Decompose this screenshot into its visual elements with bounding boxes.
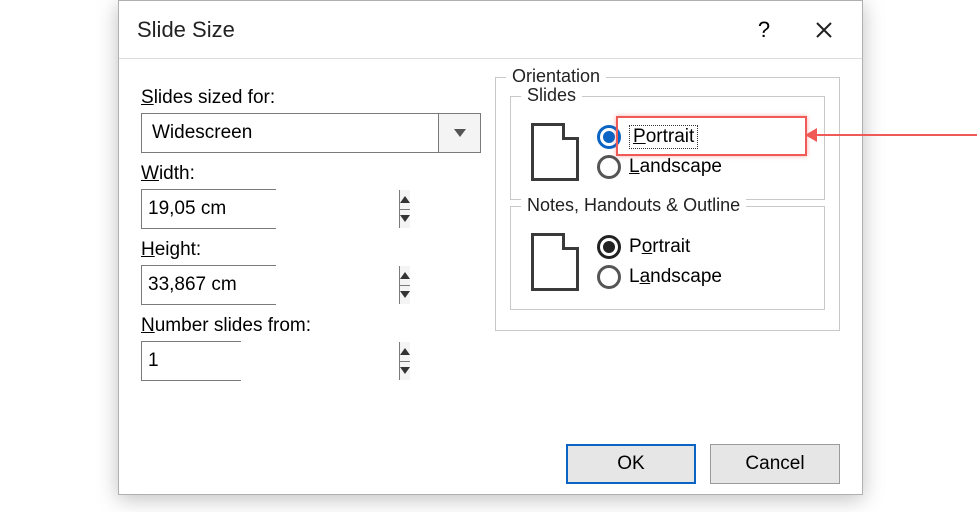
right-column: Orientation Slides Portrait Land: [495, 77, 840, 381]
notes-portrait-radio[interactable]: Portrait: [597, 235, 722, 259]
width-spinner[interactable]: [141, 189, 276, 229]
chevron-up-icon: [400, 196, 410, 203]
radio-ring-icon: [597, 125, 621, 149]
chevron-down-icon: [400, 367, 410, 374]
orientation-slides-row: Portrait Landscape: [525, 119, 810, 185]
width-spinner-buttons: [399, 190, 410, 228]
dialog-footer: OK Cancel: [566, 444, 840, 484]
slides-sized-for-value[interactable]: [142, 114, 438, 152]
height-input[interactable]: [142, 266, 399, 304]
number-from-label: Number slides from:: [141, 315, 481, 337]
orientation-slides-title: Slides: [521, 85, 582, 106]
titlebar: Slide Size ?: [119, 1, 862, 59]
number-from-input[interactable]: [142, 342, 399, 380]
orientation-notes-row: Portrait Landscape: [525, 229, 810, 295]
number-from-spinner[interactable]: [141, 341, 241, 381]
orientation-notes-title: Notes, Handouts & Outline: [521, 195, 746, 216]
width-input[interactable]: [142, 190, 399, 228]
page-portrait-icon: [531, 233, 579, 291]
number-down-button[interactable]: [400, 362, 410, 381]
orientation-group: Orientation Slides Portrait Land: [495, 77, 840, 331]
number-up-button[interactable]: [400, 342, 410, 362]
slide-size-dialog: Slide Size ? Slides sized for: Width:: [118, 0, 863, 495]
width-down-button[interactable]: [400, 210, 410, 229]
radio-ring-icon: [597, 265, 621, 289]
radio-ring-icon: [597, 235, 621, 259]
radio-dot-icon: [603, 131, 615, 143]
chevron-down-icon: [454, 129, 466, 137]
chevron-up-icon: [400, 272, 410, 279]
orientation-group-title: Orientation: [506, 66, 606, 87]
slides-portrait-label: Portrait: [629, 125, 698, 149]
page-portrait-icon: [531, 123, 579, 181]
slides-landscape-label: Landscape: [629, 156, 722, 178]
height-up-button[interactable]: [400, 266, 410, 286]
radio-dot-icon: [603, 241, 615, 253]
chevron-down-icon: [400, 215, 410, 222]
height-spinner-buttons: [399, 266, 410, 304]
cancel-button[interactable]: Cancel: [710, 444, 840, 484]
notes-portrait-label: Portrait: [629, 236, 690, 258]
orientation-slides-radios: Portrait Landscape: [597, 125, 722, 179]
width-label: Width:: [141, 163, 481, 185]
close-icon: [814, 20, 834, 40]
orientation-notes-group: Notes, Handouts & Outline Portrait Lands…: [510, 206, 825, 310]
slides-portrait-radio[interactable]: Portrait: [597, 125, 722, 149]
height-down-button[interactable]: [400, 286, 410, 305]
notes-landscape-label: Landscape: [629, 266, 722, 288]
dialog-title: Slide Size: [137, 17, 734, 43]
notes-landscape-radio[interactable]: Landscape: [597, 265, 722, 289]
height-label: Height:: [141, 239, 481, 261]
orientation-slides-group: Slides Portrait Landscape: [510, 96, 825, 200]
close-button[interactable]: [794, 1, 854, 58]
dialog-content: Slides sized for: Width: Height:: [119, 59, 862, 391]
chevron-up-icon: [400, 348, 410, 355]
radio-ring-icon: [597, 155, 621, 179]
height-spinner[interactable]: [141, 265, 276, 305]
slides-sized-for-label: Slides sized for:: [141, 87, 481, 109]
width-up-button[interactable]: [400, 190, 410, 210]
annotation-arrow-icon: [807, 134, 977, 136]
slides-landscape-radio[interactable]: Landscape: [597, 155, 722, 179]
help-button[interactable]: ?: [734, 1, 794, 58]
orientation-notes-radios: Portrait Landscape: [597, 235, 722, 289]
left-column: Slides sized for: Width: Height:: [141, 77, 481, 381]
number-spinner-buttons: [399, 342, 410, 380]
ok-button[interactable]: OK: [566, 444, 696, 484]
slides-sized-for-combo[interactable]: [141, 113, 481, 153]
chevron-down-icon: [400, 291, 410, 298]
combo-arrow-button[interactable]: [438, 114, 480, 152]
